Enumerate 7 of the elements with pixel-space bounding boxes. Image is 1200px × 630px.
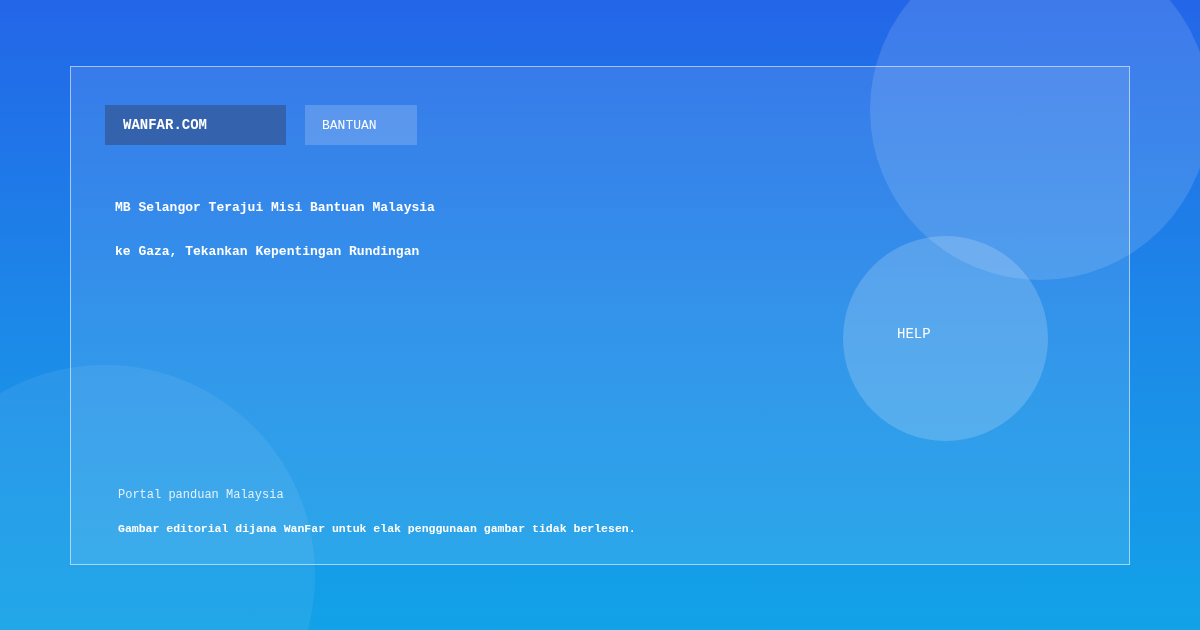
tagline: Portal panduan Malaysia (118, 487, 284, 503)
site-logo-link[interactable]: WANFAR.COM (105, 105, 286, 145)
help-button[interactable]: HELP (843, 236, 1048, 441)
nav-link[interactable]: BANTUAN (305, 105, 417, 145)
headline: MB Selangor Terajui Misi Bantuan Malaysia (115, 199, 435, 217)
disclaimer-text: Gambar editorial dijana WanFar untuk elak penggunaan gambar tidak berlesen. (118, 521, 636, 536)
headline: ke Gaza, Tekankan Kepentingan Rundingan (115, 243, 420, 261)
